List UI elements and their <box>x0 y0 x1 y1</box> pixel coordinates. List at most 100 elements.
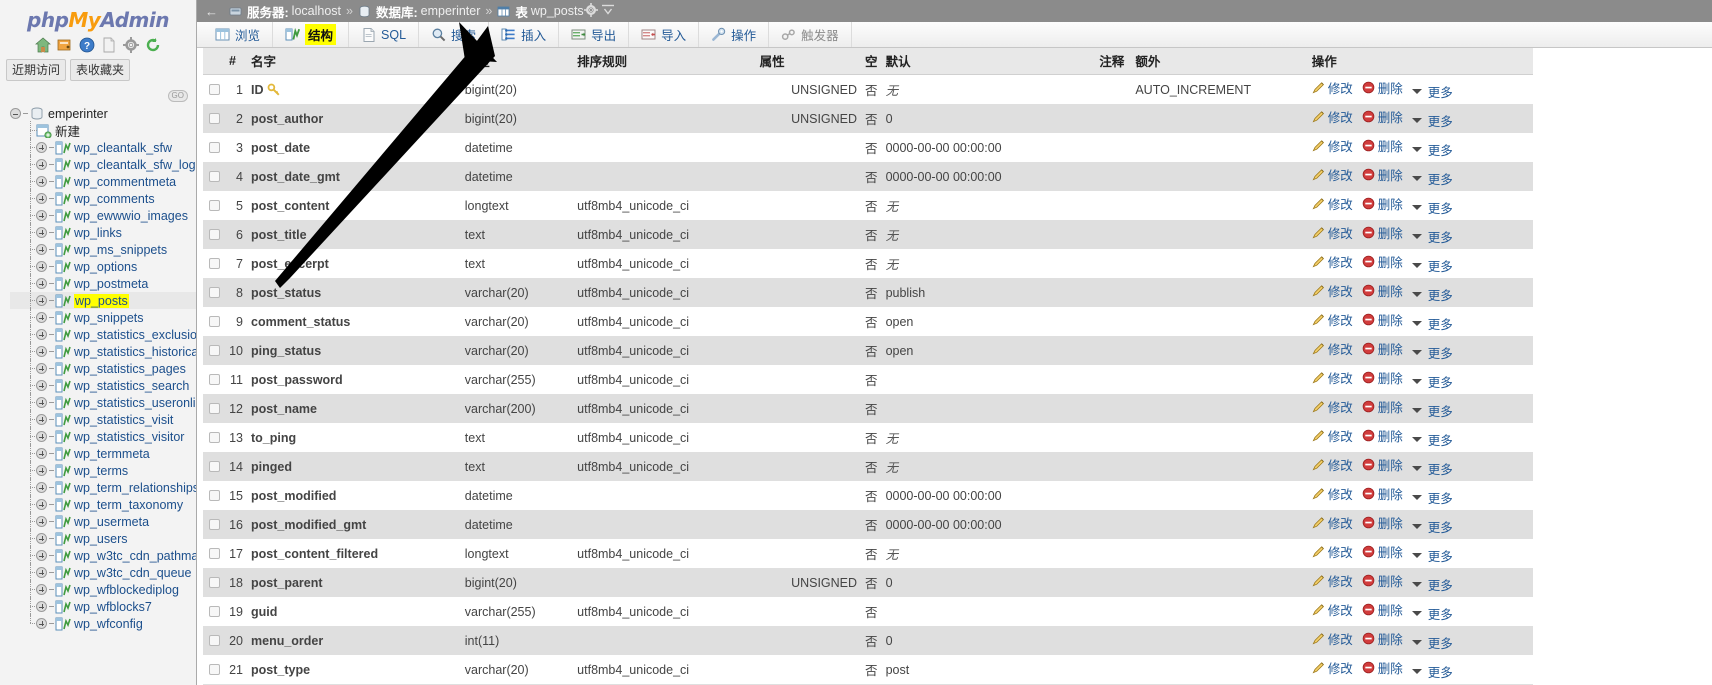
tree-table-label[interactable]: wp_terms <box>74 464 128 478</box>
row-checkbox[interactable] <box>208 431 220 443</box>
help-icon[interactable]: ? <box>79 37 95 53</box>
row-action-delete[interactable]: 删除 <box>1362 629 1403 648</box>
row-action-delete[interactable]: 删除 <box>1362 513 1403 532</box>
breadcrumb-db-value[interactable]: emperinter <box>421 4 481 18</box>
sidebar-tab-recent[interactable]: 近期访问 <box>6 59 67 81</box>
tree-table-wp_users[interactable]: wp_users <box>10 529 196 548</box>
tree-table-wp_wfblockediplog[interactable]: wp_wfblockediplog <box>10 580 196 599</box>
row-action-edit[interactable]: 修改 <box>1312 78 1353 97</box>
expand-toggle-icon[interactable] <box>36 465 47 476</box>
tree-table-wp_snippets[interactable]: wp_snippets <box>10 308 196 327</box>
row-checkbox[interactable] <box>208 518 220 530</box>
tree-new-item[interactable]: 新建 <box>10 121 196 140</box>
tree-table-wp_postmeta[interactable]: wp_postmeta <box>10 274 196 293</box>
tree-table-label[interactable]: wp_comments <box>74 192 155 206</box>
tree-table-label[interactable]: wp_wfblockediplog <box>74 583 179 597</box>
tab-SQL[interactable]: SQL <box>349 22 420 47</box>
row-action-more[interactable]: 更多 <box>1411 430 1453 449</box>
tree-table-label[interactable]: wp_statistics_visitor <box>74 430 184 444</box>
header-null[interactable]: 空 <box>861 48 882 75</box>
row-action-delete[interactable]: 删除 <box>1362 252 1403 271</box>
row-action-more[interactable]: 更多 <box>1411 488 1453 507</box>
tab-导入[interactable]: 导入 <box>629 22 700 47</box>
tab-浏览[interactable]: 浏览 <box>203 22 274 47</box>
row-checkbox[interactable] <box>208 228 220 240</box>
gear-icon[interactable] <box>583 2 601 20</box>
sidebar-tab-favorites[interactable]: 表收藏夹 <box>70 59 131 81</box>
reload-icon[interactable] <box>145 37 161 53</box>
tree-table-wp_term_relationships[interactable]: wp_term_relationships <box>10 478 196 497</box>
row-action-more[interactable]: 更多 <box>1411 604 1453 623</box>
tree-table-label[interactable]: wp_wfconfig <box>74 617 143 631</box>
row-action-more[interactable]: 更多 <box>1411 546 1453 565</box>
tree-table-wp_term_taxonomy[interactable]: wp_term_taxonomy <box>10 495 196 514</box>
expand-toggle-icon[interactable] <box>36 516 47 527</box>
row-action-edit[interactable]: 修改 <box>1312 310 1353 329</box>
expand-toggle-icon[interactable] <box>36 142 47 153</box>
expand-toggle-icon[interactable] <box>36 227 47 238</box>
header-comments[interactable]: 注释 <box>1095 48 1132 75</box>
row-action-delete[interactable]: 删除 <box>1362 397 1403 416</box>
row-action-edit[interactable]: 修改 <box>1312 165 1353 184</box>
expand-toggle-icon[interactable] <box>36 584 47 595</box>
expand-toggle-icon[interactable] <box>36 601 47 612</box>
tree-table-label[interactable]: wp_users <box>74 532 128 546</box>
tab-操作[interactable]: 操作 <box>699 22 770 47</box>
tree-table-wp_statistics_useronline[interactable]: wp_statistics_useronline <box>10 393 196 412</box>
tree-table-label[interactable]: wp_snippets <box>74 311 144 325</box>
tree-table-wp_statistics_exclusions[interactable]: wp_statistics_exclusions <box>10 325 196 344</box>
row-action-delete[interactable]: 删除 <box>1362 658 1403 677</box>
tree-table-label[interactable]: wp_cleantalk_sfw_logs <box>74 158 196 172</box>
tree-table-label[interactable]: wp_statistics_useronline <box>74 396 196 410</box>
row-action-more[interactable]: 更多 <box>1411 227 1453 246</box>
row-action-delete[interactable]: 删除 <box>1362 368 1403 387</box>
tree-table-label[interactable]: wp_statistics_exclusions <box>74 328 196 342</box>
tab-插入[interactable]: 插入 <box>489 22 560 47</box>
row-action-edit[interactable]: 修改 <box>1312 658 1353 677</box>
row-action-more[interactable]: 更多 <box>1411 314 1453 333</box>
header-type[interactable]: 类型 <box>460 48 574 75</box>
expand-toggle-icon[interactable] <box>36 567 47 578</box>
tree-table-wp_comments[interactable]: wp_comments <box>10 189 196 208</box>
tree-table-wp_termmeta[interactable]: wp_termmeta <box>10 444 196 463</box>
expand-toggle-icon[interactable] <box>36 278 47 289</box>
row-action-edit[interactable]: 修改 <box>1312 629 1353 648</box>
row-action-delete[interactable]: 删除 <box>1362 78 1403 97</box>
row-action-delete[interactable]: 删除 <box>1362 571 1403 590</box>
expand-toggle-icon[interactable] <box>36 499 47 510</box>
tree-table-wp_ewwwio_images[interactable]: wp_ewwwio_images <box>10 206 196 225</box>
tree-table-label[interactable]: wp_statistics_historical <box>74 345 196 359</box>
row-checkbox[interactable] <box>208 170 220 182</box>
expand-toggle-icon[interactable] <box>36 346 47 357</box>
expand-toggle-icon[interactable] <box>36 618 47 629</box>
header-attributes[interactable]: 属性 <box>755 48 862 75</box>
tree-table-label[interactable]: wp_w3tc_cdn_queue <box>74 566 191 580</box>
tree-table-wp_usermeta[interactable]: wp_usermeta <box>10 512 196 531</box>
expand-toggle-icon[interactable] <box>36 363 47 374</box>
expand-toggle-icon[interactable] <box>36 397 47 408</box>
row-action-more[interactable]: 更多 <box>1411 198 1453 217</box>
row-action-more[interactable]: 更多 <box>1411 372 1453 391</box>
row-action-edit[interactable]: 修改 <box>1312 513 1353 532</box>
tree-table-label[interactable]: wp_statistics_pages <box>74 362 186 376</box>
row-action-edit[interactable]: 修改 <box>1312 281 1353 300</box>
home-icon[interactable] <box>35 37 51 53</box>
row-action-more[interactable]: 更多 <box>1411 169 1453 188</box>
row-action-more[interactable]: 更多 <box>1411 633 1453 652</box>
row-checkbox[interactable] <box>208 402 220 414</box>
row-action-edit[interactable]: 修改 <box>1312 194 1353 213</box>
tree-table-wp_statistics_historical[interactable]: wp_statistics_historical <box>10 342 196 361</box>
tree-table-label[interactable]: wp_links <box>74 226 122 240</box>
header-name[interactable]: 名字 <box>247 48 461 75</box>
phpmyadmin-logo[interactable]: phpMyAdmin <box>0 0 196 34</box>
header-extra[interactable]: 额外 <box>1131 48 1308 75</box>
row-checkbox[interactable] <box>208 547 220 559</box>
row-action-more[interactable]: 更多 <box>1411 662 1453 681</box>
row-action-delete[interactable]: 删除 <box>1362 165 1403 184</box>
expand-toggle-icon[interactable] <box>36 329 47 340</box>
header-default[interactable]: 默认 <box>881 48 1096 75</box>
tree-table-wp_wfconfig[interactable]: wp_wfconfig <box>10 614 196 632</box>
row-checkbox[interactable] <box>208 83 220 95</box>
expand-toggle-icon[interactable] <box>36 312 47 323</box>
collapse-icon[interactable] <box>601 4 615 20</box>
